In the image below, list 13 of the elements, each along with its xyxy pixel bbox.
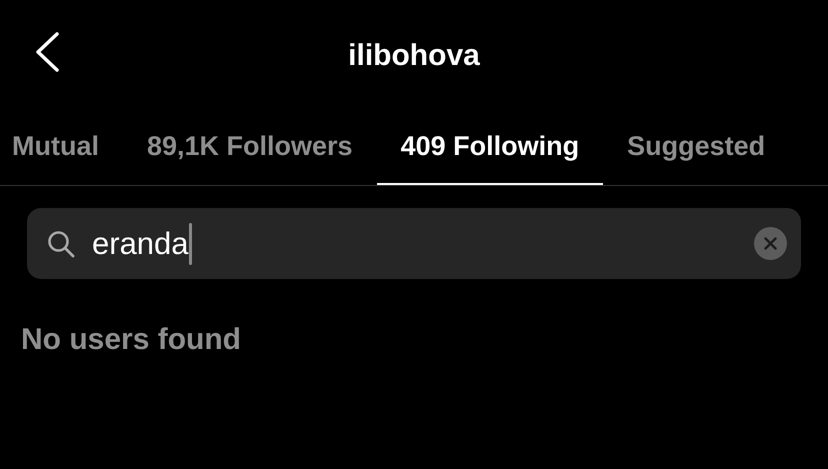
search-icon	[47, 230, 75, 258]
search-query: eranda	[92, 228, 189, 259]
tab[interactable]: 409 Following	[376, 110, 604, 185]
clear-button[interactable]	[754, 227, 787, 260]
tab[interactable]: Mutual	[0, 110, 123, 185]
search-field[interactable]: eranda	[27, 208, 801, 279]
profile-username: ilibohova	[348, 38, 480, 74]
text-cursor	[188, 222, 192, 264]
close-icon	[764, 237, 777, 250]
tab[interactable]: Suggested	[603, 110, 790, 185]
empty-message: No users found	[21, 322, 242, 358]
back-icon[interactable]	[34, 31, 60, 73]
tab[interactable]: 89,1K Followers	[123, 110, 377, 185]
